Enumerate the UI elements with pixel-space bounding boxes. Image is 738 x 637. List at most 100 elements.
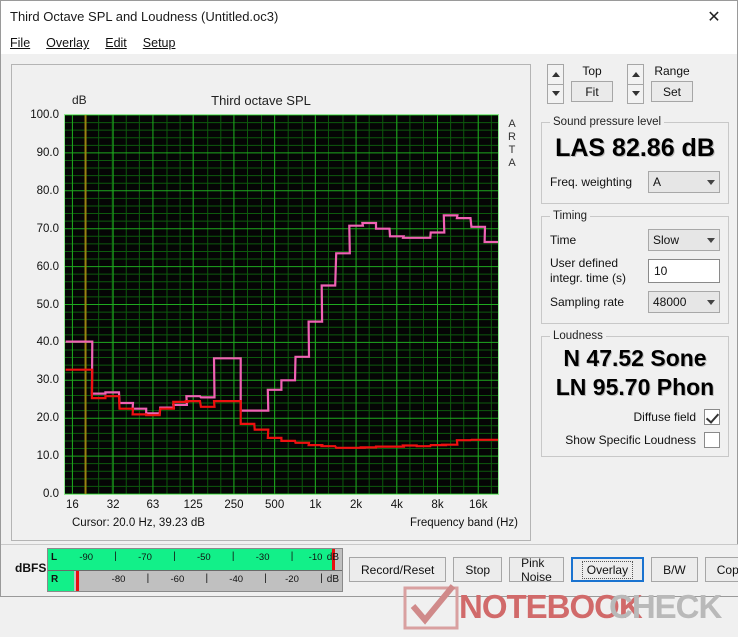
arta-letter: A: [508, 157, 516, 169]
arrow-up-icon: [631, 71, 640, 77]
x-axis-tick-label: 63: [146, 499, 160, 511]
x-axis-title: Frequency band (Hz): [409, 517, 518, 529]
meter-tick-mark: |: [320, 573, 323, 584]
loudness-group: Loudness N 47.52 Sone LN 95.70 Phon Diff…: [541, 330, 729, 457]
sampling-rate-label: Sampling rate: [550, 295, 625, 309]
y-axis-tick-label: 70.0: [36, 222, 59, 235]
dbfs-label: dBFS: [15, 561, 47, 575]
top-control-labels: Top Fit: [571, 64, 613, 102]
menu-item-setup[interactable]: Setup: [143, 36, 176, 50]
pink-noise-button[interactable]: Pink Noise: [509, 556, 564, 584]
menu-item-file[interactable]: File: [10, 36, 30, 50]
meter-tick-label: -50: [196, 552, 211, 563]
arrow-down-icon: [631, 91, 640, 97]
y-axis-tick-label: 60.0: [36, 260, 59, 273]
specific-loudness-row[interactable]: Show Specific Loudness: [550, 432, 720, 448]
sampling-rate-value: 48000: [653, 295, 687, 309]
bottom-bar: dBFS L dB -90 | -70 | -50 | -30 | -10 | R dB -80 |…: [1, 544, 738, 596]
arta-letter: A: [508, 118, 516, 130]
loudness-sone: N 47.52 Sone: [563, 345, 707, 371]
y-axis-tick-label: 0.0: [43, 488, 59, 500]
range-spinner-down[interactable]: [627, 83, 644, 104]
diffuse-field-checkbox[interactable]: [704, 409, 720, 425]
top-label: Top: [582, 64, 602, 78]
timing-group: Timing Time Slow User defined integr. ti…: [541, 210, 729, 324]
x-axis-tick-label: 2k: [349, 499, 363, 511]
x-axis-tick-label: 4k: [390, 499, 403, 511]
meter-tick-label: -80: [111, 574, 126, 585]
chart-title: Third octave SPL: [211, 93, 311, 108]
meter-right-unit: dB: [326, 574, 339, 585]
menu-bar: File Overlay Edit Setup: [1, 32, 737, 54]
plot-area[interactable]: [64, 114, 499, 495]
right-panel: Top Fit Range Set Sound pressure level L…: [537, 60, 733, 463]
window-title: Third Octave SPL and Loudness (Untitled.…: [10, 9, 279, 24]
meter-right-channel: R: [51, 574, 59, 585]
sampling-rate-select[interactable]: 48000: [648, 291, 720, 313]
top-spinner[interactable]: [547, 64, 564, 104]
freq-weighting-row: Freq. weighting A: [550, 171, 720, 193]
meter-right[interactable]: R dB -80 | -60 | -40 | -20 |: [48, 570, 342, 591]
y-axis-tick-label: 40.0: [36, 336, 59, 349]
time-label: Time: [550, 233, 577, 247]
arta-letter: R: [508, 131, 516, 143]
x-axis-tick-label: 500: [265, 499, 285, 511]
arta-watermark: ARTA: [504, 118, 520, 170]
spl-value: LAS 82.86 dB: [555, 134, 715, 162]
x-axis-tick-label: 250: [224, 499, 244, 511]
integration-time-label-line1: User defined: [550, 256, 619, 270]
meter-tick-label: -70: [138, 552, 152, 563]
integration-time-input[interactable]: 10: [648, 259, 720, 283]
time-select[interactable]: Slow: [648, 229, 720, 251]
top-spinner-up[interactable]: [547, 64, 564, 84]
level-meters: L dB -90 | -70 | -50 | -30 | -10 | R dB -80 | -60 | -…: [47, 548, 343, 592]
freq-weighting-value: A: [653, 175, 662, 189]
menu-item-setup-label: Setup: [142, 36, 176, 50]
copy-button[interactable]: Copy: [704, 557, 738, 582]
chevron-down-icon: [707, 237, 715, 243]
y-axis-tick-label: 90.0: [36, 146, 59, 159]
meter-tick-label: -90: [79, 552, 94, 563]
diffuse-field-label: Diffuse field: [633, 410, 696, 424]
time-value: Slow: [653, 233, 680, 247]
meter-left-unit: dB: [326, 552, 339, 563]
meter-right-peak-marker: [75, 571, 79, 591]
set-button[interactable]: Set: [651, 81, 693, 102]
title-bar: Third Octave SPL and Loudness (Untitled.…: [1, 1, 737, 32]
cursor-readout: Cursor: 20.0 Hz, 39.23 dB: [72, 517, 205, 529]
y-axis-tick-label: 100.0: [30, 109, 59, 121]
chevron-down-icon: [707, 179, 715, 185]
diffuse-field-row[interactable]: Diffuse field: [550, 409, 720, 425]
range-spinner[interactable]: [627, 64, 644, 104]
overlay-button-label: Overlay: [581, 560, 634, 579]
top-spinner-down[interactable]: [547, 83, 564, 104]
record-reset-button[interactable]: Record/Reset: [349, 557, 447, 582]
top-control-group: Top Fit: [547, 64, 613, 104]
x-axis-tick-label: 125: [183, 499, 203, 511]
x-axis-tick-label: 8k: [431, 499, 444, 511]
menu-item-edit[interactable]: Edit: [105, 36, 127, 50]
meter-tick-label: -30: [255, 552, 270, 563]
menu-item-edit-label: Edit: [105, 36, 127, 50]
freq-weighting-select[interactable]: A: [648, 171, 720, 193]
fit-button[interactable]: Fit: [571, 81, 613, 102]
meter-left[interactable]: L dB -90|-70|-50|-30|-10|: [48, 549, 342, 570]
x-axis-tick-label: 32: [106, 499, 120, 511]
menu-item-file-label: File: [10, 36, 31, 50]
close-icon[interactable]: ✕: [691, 1, 737, 32]
range-spinner-up[interactable]: [627, 64, 644, 84]
meter-tick-mark: |: [231, 551, 235, 562]
bw-button[interactable]: B/W: [651, 557, 698, 582]
meter-tick-mark: |: [173, 551, 176, 562]
menu-item-overlay[interactable]: Overlay: [46, 36, 89, 50]
x-axis-tick-label: 16k: [468, 499, 488, 511]
loudness-phon: LN 95.70 Phon: [555, 374, 715, 400]
meter-tick-mark: |: [264, 573, 267, 584]
overlay-button[interactable]: Overlay: [570, 557, 645, 582]
stop-button[interactable]: Stop: [453, 557, 503, 582]
loudness-group-title: Loudness: [553, 330, 603, 342]
action-buttons: Record/Reset Stop Pink Noise Overlay B/W…: [349, 556, 738, 584]
specific-loudness-checkbox[interactable]: [704, 432, 720, 448]
time-row: Time Slow: [550, 229, 720, 251]
integration-time-label: User defined integr. time (s): [550, 256, 626, 286]
